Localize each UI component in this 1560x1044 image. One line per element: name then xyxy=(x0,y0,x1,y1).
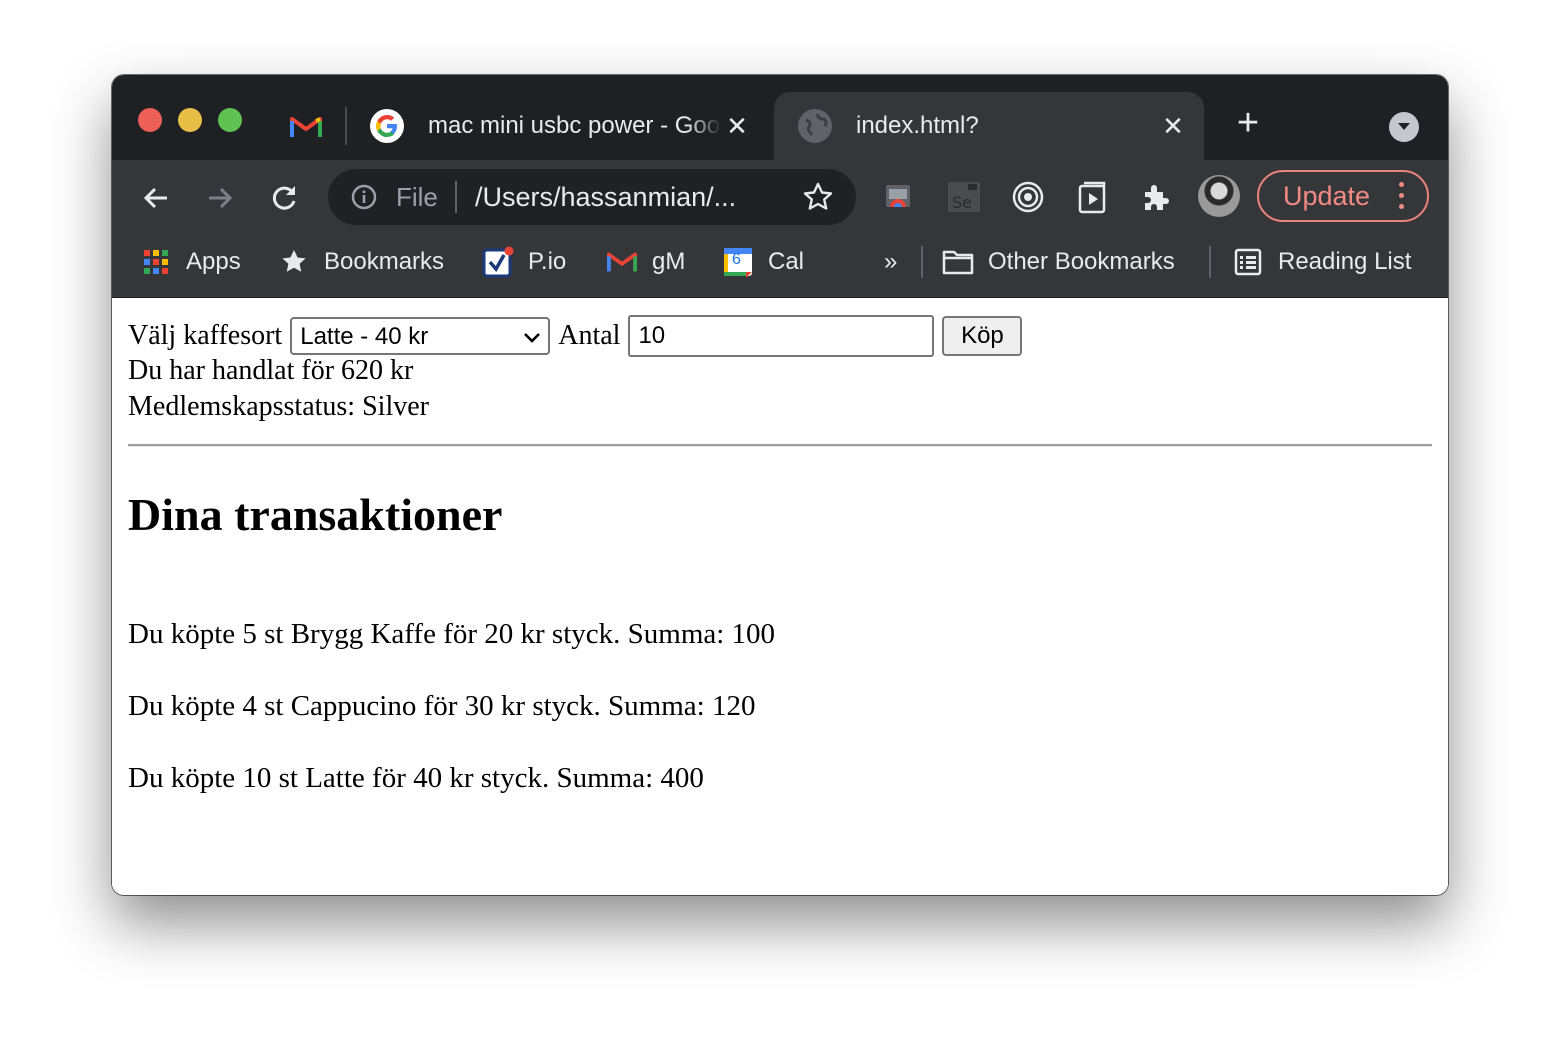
profile-avatar[interactable] xyxy=(1198,175,1240,217)
purchase-form: Välj kaffesort Latte - 40 kr Antal Köp xyxy=(128,315,1023,357)
back-button[interactable] xyxy=(136,178,176,218)
pinned-tab-gmail[interactable] xyxy=(288,113,324,141)
back-arrow-icon xyxy=(143,187,167,209)
bookmark-star-icon[interactable] xyxy=(802,181,834,213)
total-spent-text: Du har handlat för 620 kr xyxy=(128,355,414,386)
google-icon xyxy=(370,109,404,143)
bookmark-cal[interactable]: 6 Cal xyxy=(722,244,804,280)
gmail-icon xyxy=(606,246,638,278)
zoom-window-button[interactable] xyxy=(218,108,242,132)
browser-window: mac mini usbc power - Google Search ✕ in… xyxy=(112,75,1448,895)
more-menu-icon[interactable] xyxy=(1399,182,1405,210)
bookmarks-separator xyxy=(1209,246,1211,278)
page-content: Välj kaffesort Latte - 40 kr Antal Köp D… xyxy=(112,298,1448,895)
bookmark-bookmarks[interactable]: Bookmarks xyxy=(278,244,444,280)
update-button[interactable]: Update xyxy=(1257,170,1429,222)
bookmark-label: Other Bookmarks xyxy=(988,248,1175,275)
bookmark-label: gM xyxy=(652,248,686,275)
reading-list-icon xyxy=(1232,246,1264,278)
chevron-down-icon xyxy=(524,333,541,343)
reload-icon xyxy=(272,186,296,210)
tab-title: index.html? xyxy=(856,112,979,139)
tab-title: mac mini usbc power - Google Search xyxy=(428,112,722,139)
coffee-type-select[interactable]: Latte - 40 kr xyxy=(290,317,551,355)
tab-search-icon[interactable] xyxy=(1389,112,1419,142)
extensions-puzzle-icon[interactable] xyxy=(1138,179,1174,215)
bookmark-apps[interactable]: Apps xyxy=(140,244,241,280)
transaction-item: Du köpte 10 st Latte för 40 kr styck. Su… xyxy=(128,762,704,794)
url-text[interactable]: /Users/hassanmian/... xyxy=(475,182,736,213)
target-extension-icon[interactable] xyxy=(1010,179,1046,215)
transaction-item: Du köpte 4 st Cappucino för 30 kr styck.… xyxy=(128,690,756,722)
bookmark-label: Apps xyxy=(186,248,241,275)
gmail-icon xyxy=(290,117,322,137)
tab-google-search[interactable]: mac mini usbc power - Google Search ✕ xyxy=(358,92,768,160)
forward-arrow-icon xyxy=(209,187,233,209)
address-bar[interactable]: File /Users/hassanmian/... xyxy=(328,169,856,225)
bookmarks-separator xyxy=(921,246,923,278)
bookmark-label: Reading List xyxy=(1278,248,1412,275)
divider xyxy=(128,444,1432,447)
apps-grid-icon xyxy=(140,246,172,278)
buy-button[interactable]: Köp xyxy=(942,316,1023,356)
calendar-icon: 6 xyxy=(722,246,754,278)
transaction-item: Du köpte 5 st Brygg Kaffe för 20 kr styc… xyxy=(128,618,776,650)
selected-coffee: Latte - 40 kr xyxy=(300,323,429,350)
folder-icon xyxy=(942,246,974,278)
bookmarks-bar: Apps Bookmarks P.io gM 6 Cal » Other Boo… xyxy=(112,234,1448,298)
close-tab-icon[interactable]: ✕ xyxy=(722,111,752,141)
bookmark-label: Bookmarks xyxy=(324,248,445,275)
globe-icon xyxy=(798,109,832,143)
address-separator xyxy=(455,181,457,213)
url-scheme-label: File xyxy=(396,182,438,212)
bookmark-other-bookmarks[interactable]: Other Bookmarks xyxy=(942,244,1175,280)
selenium-extension-icon[interactable]: Se xyxy=(946,179,982,215)
reload-button[interactable] xyxy=(264,178,304,218)
reading-list-button[interactable]: Reading List xyxy=(1232,244,1411,280)
bookmark-label: Cal xyxy=(768,248,805,275)
coffee-type-label: Välj kaffesort xyxy=(128,320,283,351)
bookmarks-overflow-button[interactable]: » xyxy=(884,244,897,280)
tab-strip: mac mini usbc power - Google Search ✕ in… xyxy=(112,75,1448,160)
tab-index-html[interactable]: index.html? ✕ xyxy=(774,92,1204,160)
minimize-window-button[interactable] xyxy=(178,108,202,132)
media-extension-icon[interactable] xyxy=(1074,179,1110,215)
close-window-button[interactable] xyxy=(138,108,162,132)
forward-button[interactable] xyxy=(200,178,240,218)
new-tab-button[interactable]: + xyxy=(1230,104,1266,142)
quantity-input[interactable] xyxy=(628,315,935,357)
browser-toolbar: File /Users/hassanmian/... Se Update xyxy=(112,160,1448,234)
chevron-double-right-icon: » xyxy=(884,248,898,275)
quantity-label: Antal xyxy=(558,320,621,351)
close-tab-icon[interactable]: ✕ xyxy=(1158,111,1188,141)
checkbox-icon xyxy=(482,246,514,278)
star-icon xyxy=(278,246,310,278)
transactions-heading: Dina transaktioner xyxy=(128,489,503,540)
calendar-badge: 6 xyxy=(732,251,741,268)
svg-text:Se: Se xyxy=(952,193,972,212)
cast-extension-icon[interactable] xyxy=(880,179,916,215)
bookmark-gm[interactable]: gM xyxy=(606,244,685,280)
info-icon[interactable] xyxy=(350,183,378,211)
membership-status-text: Medlemskapsstatus: Silver xyxy=(128,391,429,422)
tab-separator xyxy=(345,107,347,145)
bookmark-label: P.io xyxy=(528,248,567,275)
bookmark-pio[interactable]: P.io xyxy=(482,244,566,280)
update-label: Update xyxy=(1283,181,1371,211)
